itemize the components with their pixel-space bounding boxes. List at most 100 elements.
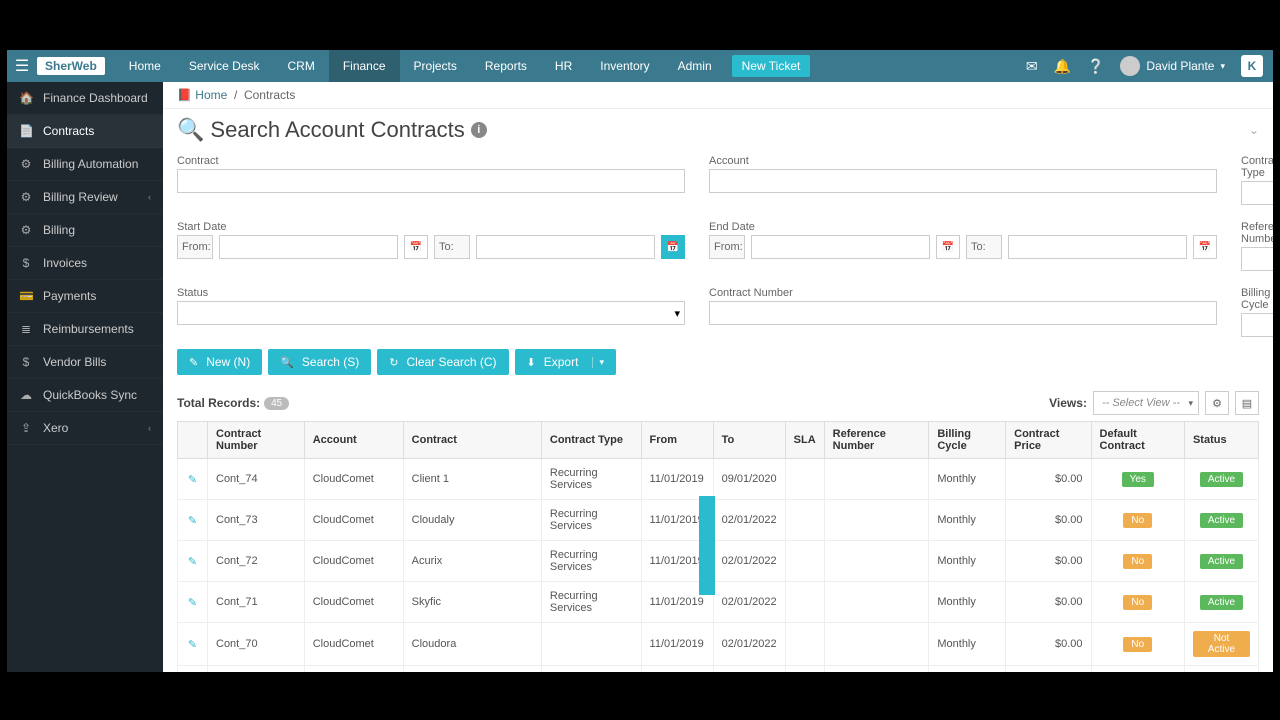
status-select[interactable]: ▾ [177,301,685,325]
edit-icon[interactable]: ✎ [178,582,208,623]
calendar-icon[interactable]: 📅 [1193,235,1217,259]
collapse-icon[interactable]: ⌄ [1249,123,1259,137]
nav-admin[interactable]: Admin [664,50,726,82]
column-header[interactable] [178,422,208,459]
column-header[interactable]: Contract [403,422,541,459]
search-button[interactable]: 🔍Search (S) [268,349,371,375]
info-icon[interactable]: i [471,122,487,138]
view-select[interactable]: -- Select View -- [1093,391,1199,415]
sidebar-item-invoices[interactable]: $Invoices [7,247,163,280]
sidebar-label: Reimbursements [43,322,134,336]
cell-default: No [1091,541,1184,582]
column-header[interactable]: Contract Type [541,422,641,459]
edit-icon[interactable]: ✎ [178,541,208,582]
cell-status: Active [1184,541,1258,582]
menu-toggle[interactable]: ☰ [7,56,37,76]
sidebar-item-billing[interactable]: ⚙Billing [7,214,163,247]
calendar-icon[interactable]: 📅 [936,235,960,259]
logo[interactable]: SherWeb [37,57,105,75]
help-icon[interactable]: ❔ [1087,58,1104,75]
column-header[interactable]: Contract Number [208,422,305,459]
cell-cycle: Monthly [929,459,1006,500]
sidebar-icon: ⚙ [19,157,33,171]
column-header[interactable]: To [713,422,785,459]
cell-to: 02/01/2022 [713,500,785,541]
start-to-input[interactable] [476,235,655,259]
account-input[interactable] [709,169,1217,193]
contract-number-input[interactable] [709,301,1217,325]
cell-type: Recurring Services [541,459,641,500]
cell-ref [824,666,929,673]
cell-default: Yes [1091,459,1184,500]
user-menu[interactable]: David Plante ▾ [1120,56,1225,76]
edit-icon[interactable]: ✎ [178,623,208,666]
column-header[interactable]: From [641,422,713,459]
contract-type-select[interactable]: ▾ [1241,181,1273,205]
nav-hr[interactable]: HR [541,50,586,82]
sidebar-item-reimbursements[interactable]: ≣Reimbursements [7,313,163,346]
sidebar-item-payments[interactable]: 💳Payments [7,280,163,313]
sidebar-item-quickbooks-sync[interactable]: ☁QuickBooks Sync [7,379,163,412]
breadcrumb: 📕 Home / Contracts [163,82,1273,109]
sidebar-item-vendor-bills[interactable]: $Vendor Bills [7,346,163,379]
nav-crm[interactable]: CRM [274,50,329,82]
cell-from: 11/01/2019 [641,666,713,673]
billing-cycle-select[interactable]: ▾ [1241,313,1273,337]
edit-icon[interactable]: ✎ [178,500,208,541]
cell-cycle: Monthly [929,666,1006,673]
sidebar-item-billing-automation[interactable]: ⚙ Billing Automation [7,148,163,181]
bell-icon[interactable]: 🔔 [1054,58,1071,75]
end-from-input[interactable] [751,235,930,259]
export-button[interactable]: ⬇Export [515,349,616,375]
sidebar-item-billing-review[interactable]: ⚙Billing Review‹ [7,181,163,214]
cell-sla [785,459,824,500]
k-button[interactable]: K [1241,55,1263,77]
cell-account: CloudComet [304,459,403,500]
column-header[interactable]: Status [1184,422,1258,459]
column-header[interactable]: SLA [785,422,824,459]
sidebar-label: Billing Review [43,190,118,204]
contract-input[interactable] [177,169,685,193]
cell-default: No [1091,500,1184,541]
cell-contract: Cloudaly [403,500,541,541]
sidebar-label: Billing [43,223,75,237]
nav-home[interactable]: Home [115,50,175,82]
edit-icon[interactable]: ✎ [178,459,208,500]
breadcrumb-current: Contracts [244,88,295,102]
sidebar-label: Billing Automation [43,157,138,171]
cell-contract: Acurix [403,541,541,582]
sidebar-label: Contracts [43,124,94,138]
clear-button[interactable]: ↻Clear Search (C) [377,349,508,375]
cell-ref [824,500,929,541]
nav-projects[interactable]: Projects [400,50,471,82]
nav-service-desk[interactable]: Service Desk [175,50,274,82]
breadcrumb-home[interactable]: Home [195,88,227,102]
reference-input[interactable] [1241,247,1273,271]
calendar-icon[interactable]: 📅 [661,235,685,259]
calendar-icon[interactable]: 📅 [404,235,428,259]
column-header[interactable]: Default Contract [1091,422,1184,459]
sidebar-item-xero[interactable]: ⇪Xero‹ [7,412,163,445]
sidebar-item-contracts[interactable]: 📄Contracts [7,115,163,148]
new-button[interactable]: ✎New (N) [177,349,262,375]
sidebar-label: Finance Dashboard [43,91,148,105]
edit-icon[interactable]: ✎ [178,666,208,673]
new-ticket-button[interactable]: New Ticket [732,55,811,77]
nav-inventory[interactable]: Inventory [586,50,663,82]
sidebar-label: Payments [43,289,96,303]
main-content: 📕 Home / Contracts 🔍 Search Account Cont… [163,82,1273,672]
column-header[interactable]: Reference Number [824,422,929,459]
mail-icon[interactable]: ✉ [1026,58,1038,75]
start-from-input[interactable] [219,235,398,259]
end-to-input[interactable] [1008,235,1187,259]
cell-ref [824,541,929,582]
nav-finance[interactable]: Finance [329,50,400,82]
nav-reports[interactable]: Reports [471,50,541,82]
columns-icon[interactable]: ▤ [1235,391,1259,415]
column-header[interactable]: Contract Price [1006,422,1091,459]
settings-icon[interactable]: ⚙ [1205,391,1229,415]
table-row: ✎Cont_74CloudCometClient 1Recurring Serv… [178,459,1259,500]
column-header[interactable]: Account [304,422,403,459]
sidebar-item-finance-dashboard[interactable]: 🏠Finance Dashboard [7,82,163,115]
column-header[interactable]: Billing Cycle [929,422,1006,459]
